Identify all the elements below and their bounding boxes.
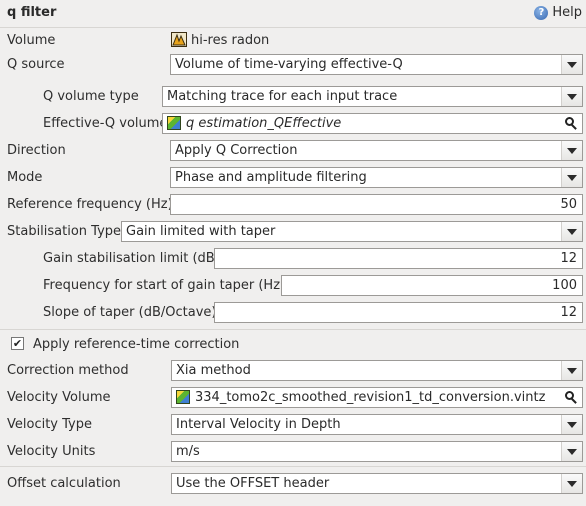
gain-limit-label: Gain stabilisation limit (dB)	[43, 251, 220, 266]
effective-q-volume-label: Effective-Q volume	[43, 116, 168, 131]
help-label: Help	[552, 5, 582, 20]
chevron-down-icon[interactable]	[561, 141, 582, 160]
velocity-volume-value: 334_tomo2c_smoothed_revision1_td_convers…	[195, 390, 546, 405]
stabilisation-type-label: Stabilisation Type	[7, 224, 122, 239]
panel-title: q filter	[7, 5, 57, 20]
volume-label: Volume	[7, 33, 56, 48]
chevron-down-icon[interactable]	[561, 361, 582, 380]
reference-frequency-input[interactable]: 50	[170, 194, 583, 215]
help-button[interactable]: ? Help	[534, 5, 582, 20]
velocity-units-value: m/s	[176, 444, 200, 459]
velocity-volume-label: Velocity Volume	[7, 390, 111, 405]
gain-limit-input[interactable]: 12	[214, 248, 583, 269]
reference-frequency-label: Reference frequency (Hz)	[7, 197, 173, 212]
chevron-down-icon[interactable]	[561, 222, 582, 241]
apply-reference-time-label[interactable]: Apply reference-time correction	[33, 337, 239, 352]
mode-select[interactable]: Phase and amplitude filtering	[170, 167, 583, 188]
velocity-type-select[interactable]: Interval Velocity in Depth	[171, 414, 583, 435]
taper-slope-label: Slope of taper (dB/Octave)	[43, 305, 217, 320]
q-source-label: Q source	[7, 57, 65, 72]
chevron-down-icon[interactable]	[561, 442, 582, 461]
effective-q-volume-value: q estimation_QEffective	[186, 116, 342, 131]
correction-method-select[interactable]: Xia method	[171, 360, 583, 381]
velocity-type-value: Interval Velocity in Depth	[176, 417, 341, 432]
mode-label: Mode	[7, 170, 43, 185]
chevron-down-icon[interactable]	[561, 87, 582, 106]
offset-calculation-select[interactable]: Use the OFFSET header	[171, 473, 583, 494]
help-icon: ?	[534, 5, 549, 20]
volume-cube-icon	[167, 116, 181, 130]
panel-header: q filter ? Help	[0, 0, 586, 28]
section-divider	[0, 466, 586, 467]
hi-res-volume-icon	[171, 32, 187, 47]
taper-slope-input[interactable]: 12	[214, 302, 583, 323]
direction-label: Direction	[7, 143, 66, 158]
chevron-down-icon[interactable]	[561, 415, 582, 434]
mode-value: Phase and amplitude filtering	[175, 170, 367, 185]
chevron-down-icon[interactable]	[561, 168, 582, 187]
velocity-volume-field[interactable]: 334_tomo2c_smoothed_revision1_td_convers…	[171, 387, 583, 408]
search-icon[interactable]	[564, 390, 579, 405]
offset-calculation-value: Use the OFFSET header	[176, 476, 330, 491]
volume-cube-icon	[176, 390, 190, 404]
direction-value: Apply Q Correction	[175, 143, 298, 158]
effective-q-volume-field[interactable]: q estimation_QEffective	[162, 113, 583, 134]
q-filter-panel: q filter ? Help Volume hi-res radon Q so…	[0, 0, 586, 506]
direction-select[interactable]: Apply Q Correction	[170, 140, 583, 161]
q-volume-type-select[interactable]: Matching trace for each input trace	[162, 86, 583, 107]
apply-reference-time-checkbox[interactable]: ✔	[11, 337, 24, 350]
q-volume-type-value: Matching trace for each input trace	[167, 89, 398, 104]
velocity-units-select[interactable]: m/s	[171, 441, 583, 462]
velocity-type-label: Velocity Type	[7, 417, 92, 432]
volume-value: hi-res radon	[171, 32, 269, 48]
stabilisation-type-select[interactable]: Gain limited with taper	[121, 221, 583, 242]
q-source-value: Volume of time-varying effective-Q	[175, 57, 403, 72]
search-icon[interactable]	[564, 116, 579, 131]
taper-start-label: Frequency for start of gain taper (Hz)	[43, 278, 286, 293]
correction-method-label: Correction method	[7, 363, 129, 378]
chevron-down-icon[interactable]	[561, 55, 582, 74]
velocity-units-label: Velocity Units	[7, 444, 96, 459]
volume-name: hi-res radon	[191, 33, 270, 48]
chevron-down-icon[interactable]	[561, 474, 582, 493]
q-source-select[interactable]: Volume of time-varying effective-Q	[170, 54, 583, 75]
taper-start-input[interactable]: 100	[281, 275, 583, 296]
offset-calculation-label: Offset calculation	[7, 476, 121, 491]
correction-method-value: Xia method	[176, 363, 251, 378]
section-divider	[0, 329, 586, 330]
q-volume-type-label: Q volume type	[43, 89, 139, 104]
stabilisation-type-value: Gain limited with taper	[126, 224, 276, 239]
